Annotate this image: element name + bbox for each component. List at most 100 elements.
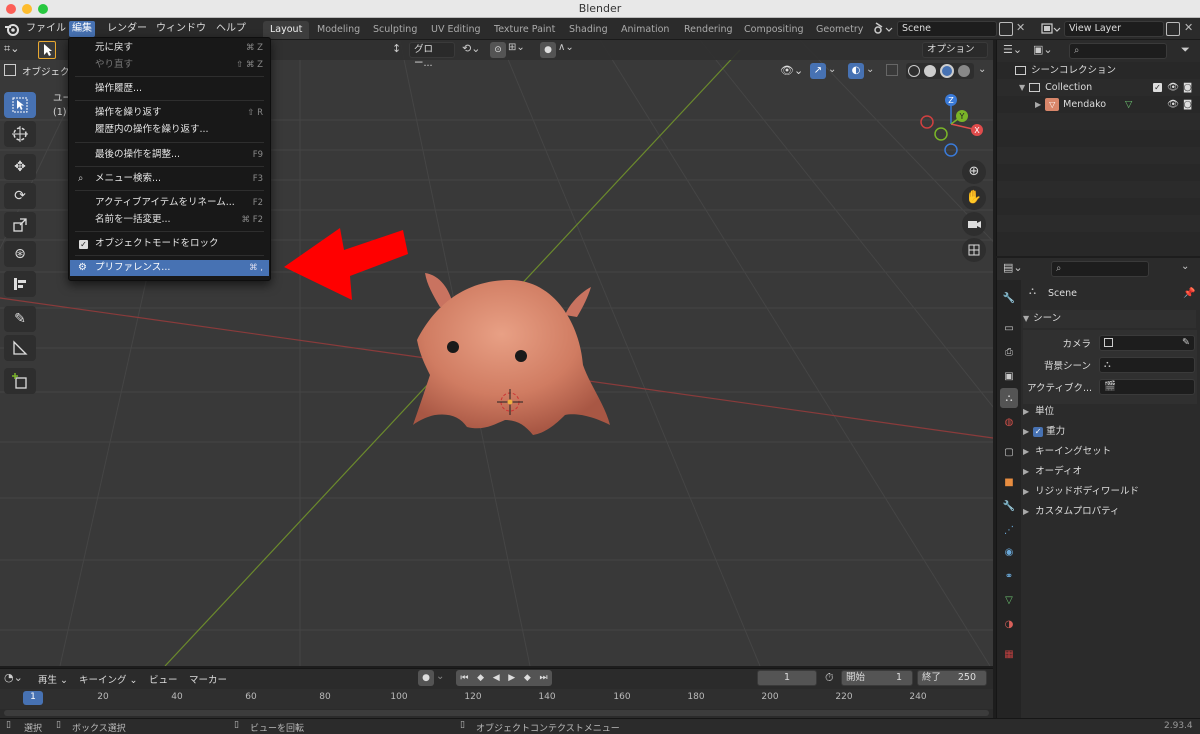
tab-shading[interactable]: Shading bbox=[562, 21, 615, 39]
snap-target-icon[interactable]: ⊞⌄ bbox=[508, 42, 534, 58]
timeline-menu-playback[interactable]: 再生 ⌄ bbox=[38, 672, 68, 686]
delete-view-layer-icon[interactable]: ✕ bbox=[1184, 21, 1198, 35]
tab-animation[interactable]: Animation bbox=[614, 21, 676, 39]
visibility-icon[interactable]: 👁⌄ bbox=[780, 64, 806, 80]
outliner-search-input[interactable]: ⌕ bbox=[1069, 43, 1167, 59]
cursor-tool-icon[interactable] bbox=[4, 121, 36, 147]
next-keyframe-icon[interactable]: ◆ bbox=[524, 673, 531, 683]
eyedropper-icon[interactable]: ✎ bbox=[1182, 336, 1190, 350]
menu-item-adjust-last[interactable]: 最後の操作を調整... F9 bbox=[70, 147, 269, 163]
select-mode-icon[interactable] bbox=[38, 41, 56, 59]
menu-file[interactable]: ファイル bbox=[23, 21, 69, 37]
modifier-tab-icon[interactable]: 🔧 bbox=[1000, 496, 1018, 516]
select-box-tool-icon[interactable] bbox=[4, 92, 36, 118]
start-frame-field[interactable]: 開始 1 bbox=[841, 670, 913, 686]
transform-orientation-icon[interactable]: ↕ bbox=[392, 42, 410, 58]
tool-tab-icon[interactable]: 🔧 bbox=[1000, 288, 1018, 308]
scene-selector-icon[interactable] bbox=[872, 21, 894, 37]
overlay-toggle-icon[interactable]: ◐ bbox=[848, 63, 864, 79]
options-dropdown[interactable]: オプション bbox=[922, 42, 988, 58]
mendako-model[interactable] bbox=[405, 265, 615, 435]
navigation-gizmo[interactable]: Z Y X bbox=[915, 92, 990, 162]
gravity-panel-header[interactable]: ▶ ✓ 重力 bbox=[1023, 423, 1196, 441]
units-panel-header[interactable]: ▶ 単位 bbox=[1023, 403, 1196, 421]
tab-modeling[interactable]: Modeling bbox=[310, 21, 367, 39]
move-tool-icon[interactable]: ✥ bbox=[4, 154, 36, 180]
xray-icon[interactable] bbox=[886, 64, 898, 76]
mesh-data-icon[interactable]: ▽ bbox=[1125, 96, 1132, 113]
expand-arrow-icon[interactable]: ▶ bbox=[1023, 447, 1029, 456]
timeline-ruler[interactable]: 1 20 40 60 80 100 120 140 160 180 200 22… bbox=[0, 689, 993, 709]
world-tab-icon[interactable]: ◍ bbox=[1000, 412, 1018, 432]
outliner-row-scene-collection[interactable]: シーンコレクション bbox=[997, 62, 1200, 79]
menu-item-lock-object-modes[interactable]: ✓ オブジェクトモードをロック bbox=[70, 236, 269, 252]
draw-tool-icon[interactable]: ✎ bbox=[4, 306, 36, 332]
properties-search-input[interactable]: ⌕ bbox=[1051, 261, 1149, 277]
measure-tool-icon[interactable] bbox=[4, 335, 36, 361]
menu-item-repeat-last[interactable]: 操作を繰り返す ⇧ R bbox=[70, 105, 269, 121]
play-icon[interactable]: ▶ bbox=[508, 673, 515, 683]
texture-tab-icon[interactable]: ▦ bbox=[1000, 644, 1018, 664]
tab-compositing[interactable]: Compositing bbox=[737, 21, 811, 39]
expand-arrow-icon[interactable]: ▶ bbox=[1023, 467, 1029, 476]
camera-view-icon[interactable] bbox=[962, 212, 986, 236]
expand-arrow-icon[interactable]: ▶ bbox=[1035, 100, 1041, 109]
timeline-menu-view[interactable]: ビュー bbox=[149, 672, 178, 686]
camera-field[interactable]: ✎ bbox=[1099, 335, 1195, 351]
add-cube-tool-icon[interactable] bbox=[4, 368, 36, 394]
audio-panel-header[interactable]: ▶ オーディオ bbox=[1023, 463, 1196, 481]
tab-geometry[interactable]: Geometry bbox=[809, 21, 870, 39]
menu-help[interactable]: ヘルプ bbox=[213, 21, 249, 37]
jump-end-icon[interactable]: ⏭ bbox=[539, 673, 547, 683]
menu-item-preferences[interactable]: ⚙ プリファレンス... ⌘ , bbox=[70, 260, 269, 276]
menu-item-undo-history[interactable]: 操作履歴... bbox=[70, 81, 269, 97]
collection-tab-icon[interactable]: ▢ bbox=[1000, 442, 1018, 462]
menu-item-redo[interactable]: やり直す ⇧ ⌘ Z bbox=[70, 57, 269, 73]
zoom-icon[interactable]: ⊕ bbox=[962, 160, 986, 184]
current-frame-field[interactable]: 1 bbox=[757, 670, 817, 686]
scene-tab-icon[interactable]: ⛬ bbox=[1000, 388, 1018, 408]
menu-item-undo[interactable]: 元に戻す ⌘ Z bbox=[70, 40, 269, 56]
output-tab-icon[interactable]: ⎙ bbox=[1000, 342, 1018, 362]
expand-arrow-icon[interactable]: ▶ bbox=[1023, 427, 1029, 436]
camera-render-icon[interactable]: ◙ bbox=[1183, 79, 1192, 96]
expand-arrow-icon[interactable]: ▶ bbox=[1023, 487, 1029, 496]
material-shading-icon[interactable] bbox=[940, 64, 954, 78]
expand-arrow-icon[interactable]: ▶ bbox=[1023, 407, 1029, 416]
expand-arrow-icon[interactable]: ▶ bbox=[1023, 507, 1029, 516]
tab-layout[interactable]: Layout bbox=[263, 21, 310, 39]
menu-item-repeat-history[interactable]: 履歴内の操作を繰り返す... bbox=[70, 122, 269, 138]
properties-editor-type-icon[interactable]: ▤⌄ bbox=[1003, 261, 1029, 277]
menu-render[interactable]: レンダー bbox=[104, 21, 150, 37]
scene-panel-header[interactable]: ▼ シーン bbox=[1023, 310, 1196, 328]
filter-icon[interactable]: ⏷ bbox=[1181, 43, 1195, 59]
material-tab-icon[interactable]: ◑ bbox=[1000, 614, 1018, 634]
outliner-editor-type-icon[interactable]: ☰⌄ bbox=[1003, 43, 1029, 59]
wireframe-shading-icon[interactable] bbox=[908, 65, 920, 77]
gizmo-toggle-icon[interactable]: ↗ bbox=[810, 63, 826, 79]
checkbox-checked-icon[interactable]: ✓ bbox=[79, 240, 88, 249]
new-scene-icon[interactable] bbox=[999, 22, 1013, 36]
new-view-layer-icon[interactable] bbox=[1166, 22, 1180, 36]
camera-render-icon[interactable]: ◙ bbox=[1183, 96, 1192, 113]
menu-item-batch-rename[interactable]: 名前を一括変更... ⌘ F2 bbox=[70, 212, 269, 228]
keying-dropdown-icon[interactable]: ⌄ bbox=[436, 671, 444, 682]
eye-icon[interactable]: 👁 bbox=[1167, 96, 1179, 113]
active-clip-field[interactable]: 🎬 bbox=[1099, 379, 1195, 395]
view-layer-field[interactable]: View Layer bbox=[1064, 21, 1164, 37]
display-mode-icon[interactable]: ▣⌄ bbox=[1033, 43, 1059, 59]
overlay-dropdown-icon[interactable]: ⌄ bbox=[866, 64, 874, 75]
menu-edit[interactable]: 編集 bbox=[69, 21, 95, 37]
collapse-arrow-icon[interactable]: ▼ bbox=[1023, 314, 1029, 323]
timeline-scrollbar[interactable] bbox=[4, 710, 989, 716]
play-reverse-icon[interactable]: ◀ bbox=[493, 673, 500, 683]
timeline-menu-keying[interactable]: キーイング ⌄ bbox=[79, 672, 138, 686]
object-mode-icon[interactable] bbox=[4, 64, 16, 76]
constraints-tab-icon[interactable]: ⚭ bbox=[1000, 566, 1018, 586]
tab-sculpting[interactable]: Sculpting bbox=[366, 21, 424, 39]
ortho-grid-icon[interactable] bbox=[962, 238, 986, 262]
falloff-icon[interactable]: ∧⌄ bbox=[558, 42, 584, 58]
editor-type-icon[interactable]: ⌗⌄ bbox=[4, 42, 32, 58]
outliner-row-mendako[interactable]: ▶ ▽ Mendako ▽ 👁 ◙ bbox=[997, 96, 1200, 113]
data-tab-icon[interactable]: ▽ bbox=[1000, 590, 1018, 610]
